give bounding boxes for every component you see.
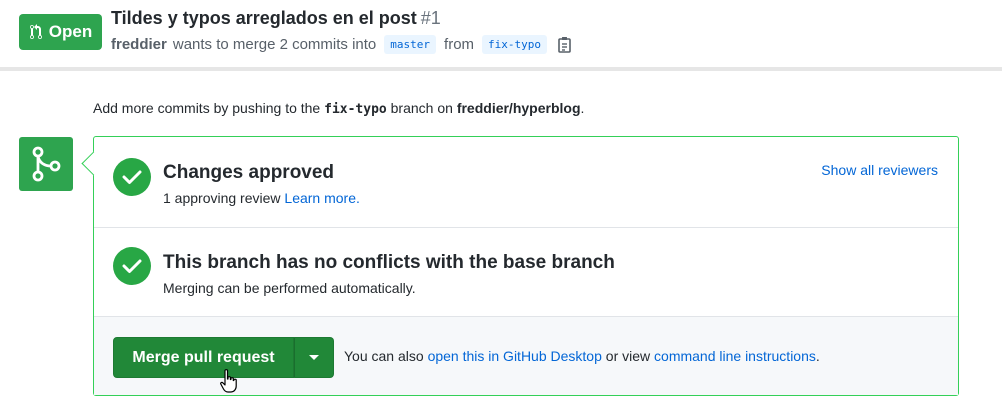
- check-icon: [122, 259, 142, 273]
- check-icon: [122, 170, 142, 184]
- merge-status-icon-box: [19, 137, 73, 191]
- open-in-desktop-link[interactable]: open this in GitHub Desktop: [428, 348, 602, 364]
- push-hint-repo: freddier/hyperblog: [456, 100, 581, 116]
- header-divider: [0, 67, 1002, 71]
- merge-alternatives-text: You can also open this in GitHub Desktop…: [344, 348, 820, 364]
- merge-alt-suffix: .: [815, 348, 820, 364]
- base-branch-ref[interactable]: master: [384, 35, 437, 54]
- learn-more-link[interactable]: Learn more.: [284, 190, 359, 206]
- command-line-instructions-link[interactable]: command line instructions: [654, 348, 816, 364]
- caret-down-icon: [309, 355, 319, 360]
- pr-state-badge: Open: [19, 14, 102, 50]
- merge-method-dropdown-button[interactable]: [294, 337, 334, 378]
- hand-pointer-cursor-icon: [220, 369, 237, 393]
- pr-title-text: Tildes y typos arreglados en el post: [111, 8, 417, 28]
- conflicts-section: This branch has no conflicts with the ba…: [94, 228, 958, 317]
- merge-status-box: Changes approved 1 approving review Lear…: [93, 136, 959, 396]
- merge-alt-prefix: You can also: [344, 348, 424, 364]
- approval-heading: Changes approved: [163, 162, 335, 183]
- push-hint-suffix: .: [580, 100, 585, 116]
- pr-number: #1: [420, 8, 441, 28]
- clipboard-icon[interactable]: [557, 36, 573, 54]
- approval-section: Changes approved 1 approving review Lear…: [94, 137, 958, 228]
- push-hint-branch: fix-typo: [324, 102, 387, 117]
- merge-alt-middle: or view: [605, 348, 651, 364]
- push-hint: Add more commits by pushing to the fix-t…: [93, 100, 584, 117]
- conflicts-heading: This branch has no conflicts with the ba…: [163, 252, 615, 273]
- conflicts-subtext: Merging can be performed automatically.: [163, 280, 416, 296]
- pr-title: Tildes y typos arreglados en el post #1: [111, 8, 441, 29]
- push-hint-prefix: Add more commits by pushing to the: [93, 100, 321, 116]
- show-all-reviewers-link[interactable]: Show all reviewers: [821, 162, 938, 178]
- pr-state-label: Open: [48, 22, 93, 41]
- pr-header: Open Tildes y typos arreglados en el pos…: [0, 0, 1002, 68]
- git-pull-request-icon: [29, 24, 42, 40]
- pr-from-text: from: [444, 36, 475, 53]
- pr-meta-text: wants to merge 2 commits into: [172, 36, 377, 53]
- pr-meta: freddier wants to merge 2 commits into m…: [111, 35, 573, 54]
- head-branch-ref[interactable]: fix-typo: [482, 35, 548, 54]
- merge-pull-request-button[interactable]: Merge pull request: [113, 337, 294, 378]
- approval-subtext: 1 approving review Learn more.: [163, 190, 360, 206]
- conflicts-check-badge: [113, 247, 151, 285]
- git-merge-icon: [32, 146, 61, 182]
- pr-author[interactable]: freddier: [111, 36, 167, 53]
- approval-count-text: 1 approving review: [163, 190, 281, 206]
- approval-check-badge: [113, 158, 151, 196]
- push-hint-middle: branch on: [390, 100, 453, 116]
